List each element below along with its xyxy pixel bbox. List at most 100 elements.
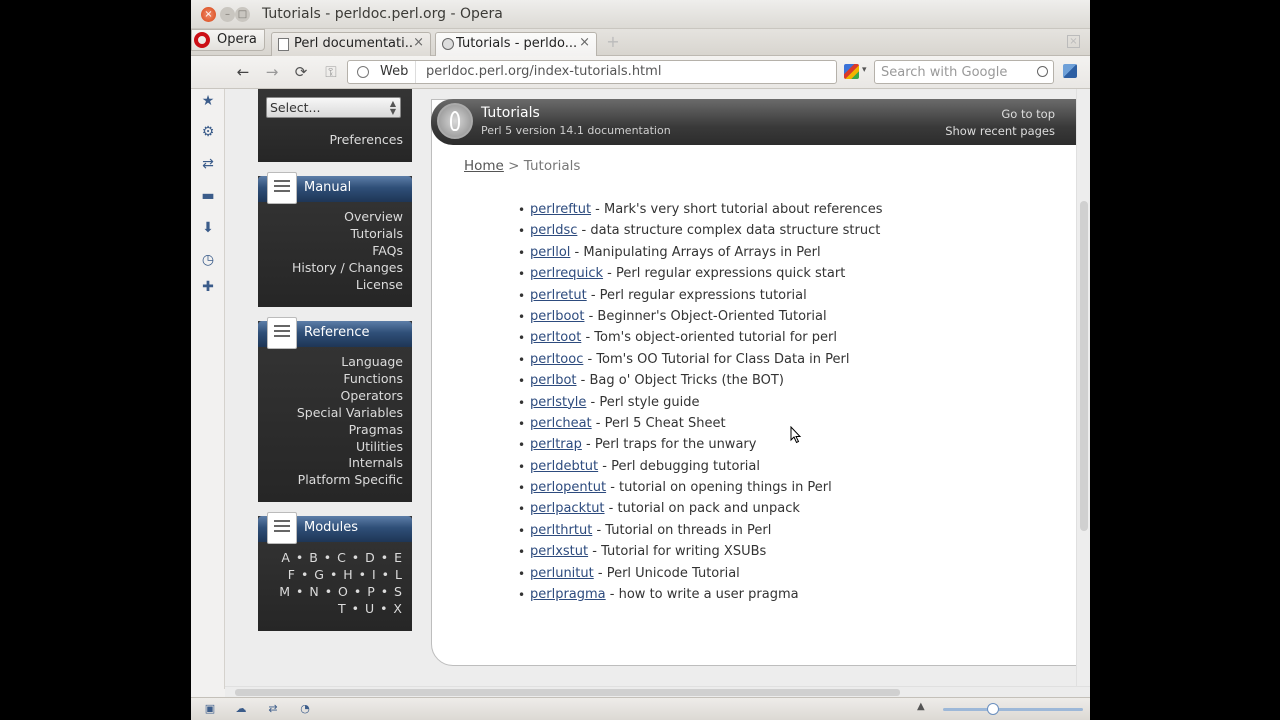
notes-icon[interactable]: ▬ [200, 188, 216, 204]
speed-dial-icon[interactable]: ◔ [298, 702, 312, 716]
downloads-icon[interactable]: ⬇ [200, 220, 216, 236]
manual-links: Overview Tutorials FAQs History / Change… [292, 209, 403, 294]
tutorial-link-perllol[interactable]: perllol [530, 245, 570, 260]
modules-letters-row[interactable]: A • B • C • D • E [279, 550, 403, 567]
tab-tutorials[interactable]: Tutorials - perldo... × [435, 32, 597, 57]
go-to-top-link[interactable]: Go to top [1001, 107, 1055, 121]
url-text[interactable]: perldoc.perl.org/index-tutorials.html [426, 64, 661, 79]
tutorial-description: - Beginner's Object-Oriented Tutorial [584, 308, 827, 324]
web-label: Web [380, 64, 409, 79]
reload-button[interactable]: ⟳ [291, 62, 311, 82]
tutorial-link-perltooc[interactable]: perltooc [530, 352, 583, 367]
nav-link-language[interactable]: Language [297, 354, 403, 371]
window-close-button[interactable]: × [201, 7, 216, 22]
tutorial-link-perltoot[interactable]: perltoot [530, 330, 581, 345]
modules-letters-row[interactable]: F • G • H • I • L [279, 567, 403, 584]
zoom-slider-knob[interactable] [987, 703, 999, 715]
opera-menu-button[interactable]: Opera [191, 29, 265, 51]
tutorial-list: perlreftut - Mark's very short tutorial … [518, 201, 883, 607]
tutorial-link-perldebtut[interactable]: perldebtut [530, 459, 598, 474]
tutorial-item: perlretut - Perl regular expressions tut… [518, 287, 882, 308]
breadcrumb-home-link[interactable]: Home [464, 158, 504, 174]
tutorial-link-perlunitut[interactable]: perlunitut [530, 566, 594, 581]
modules-alphabet: A • B • C • D • E F • G • H • I • L M • … [279, 550, 403, 618]
window-minimize-button[interactable]: – [220, 7, 235, 22]
tutorial-link-perlretut[interactable]: perlretut [530, 288, 587, 303]
tab-perl-documentation[interactable]: Perl documentati... × [271, 32, 431, 56]
nav-link-faqs[interactable]: FAQs [292, 243, 403, 260]
site-info-badge[interactable]: Web [348, 61, 416, 83]
add-panel-icon[interactable]: ✚ [200, 279, 216, 295]
tutorial-item: perllol - Manipulating Arrays of Arrays … [518, 244, 882, 265]
tutorial-link-perldsc[interactable]: perldsc [530, 223, 577, 238]
vertical-scrollbar-thumb[interactable] [1080, 201, 1088, 531]
nav-link-utilities[interactable]: Utilities [297, 439, 403, 456]
tutorial-item: perlstyle - Perl style guide [518, 394, 882, 415]
share-icon[interactable]: ⇄ [200, 156, 216, 172]
bookmarks-icon[interactable]: ★ [200, 93, 216, 109]
zoom-slider[interactable] [943, 703, 1083, 715]
tab-close-icon[interactable]: × [579, 35, 590, 50]
tutorial-link-perlboot[interactable]: perlboot [530, 309, 584, 324]
opera-window: × – □ Tutorials - perldoc.perl.org - Ope… [191, 0, 1090, 720]
tutorial-link-perlpragma[interactable]: perlpragma [530, 587, 606, 602]
nav-link-internals[interactable]: Internals [297, 455, 403, 472]
tutorial-item: perltrap - Perl traps for the unwary [518, 436, 882, 457]
tutorial-item: perlreftut - Mark's very short tutorial … [518, 201, 883, 222]
nav-link-history[interactable]: History / Changes [292, 260, 403, 277]
tutorial-link-perlthrtut[interactable]: perlthrtut [530, 523, 592, 538]
history-icon[interactable]: ◷ [200, 252, 216, 268]
extension-icon[interactable] [1063, 64, 1077, 78]
nav-link-special-variables[interactable]: Special Variables [297, 405, 403, 422]
tutorial-link-perlrequick[interactable]: perlrequick [530, 266, 603, 281]
nav-link-overview[interactable]: Overview [292, 209, 403, 226]
reference-title: Reference [304, 325, 370, 340]
key-icon[interactable]: ⚿ [321, 62, 341, 82]
nav-link-operators[interactable]: Operators [297, 388, 403, 405]
tutorial-link-perlpacktut[interactable]: perlpacktut [530, 501, 605, 516]
modules-letters-row[interactable]: M • N • O • P • S [279, 584, 403, 601]
settings-icon[interactable]: ⚙ [200, 124, 216, 140]
nav-link-tutorials[interactable]: Tutorials [292, 226, 403, 243]
tutorial-link-perlopentut[interactable]: perlopentut [530, 480, 606, 495]
tutorial-item: perldsc - data structure complex data st… [518, 222, 882, 243]
zoom-menu-icon[interactable]: ▲ [917, 701, 925, 712]
panel-toggle-icon[interactable]: ▣ [203, 702, 217, 716]
tutorial-description: - Tom's OO Tutorial for Class Data in Pe… [583, 351, 850, 367]
cloud-icon[interactable]: ☁ [234, 702, 248, 716]
horizontal-scrollbar-thumb[interactable] [235, 689, 900, 696]
show-recent-pages-link[interactable]: Show recent pages [945, 124, 1055, 138]
preferences-link[interactable]: Preferences [329, 132, 403, 147]
tutorial-link-perlcheat[interactable]: perlcheat [530, 416, 592, 431]
tutorial-item: perlboot - Beginner's Object-Oriented Tu… [518, 308, 882, 329]
new-tab-button[interactable]: + [605, 34, 621, 51]
vertical-scrollbar[interactable] [1076, 89, 1090, 686]
tab-close-icon[interactable]: × [413, 35, 424, 50]
address-field[interactable]: Web perldoc.perl.org/index-tutorials.htm… [347, 60, 837, 84]
back-button[interactable]: ← [233, 62, 253, 82]
window-maximize-button[interactable]: □ [235, 7, 250, 22]
tutorial-link-perlxstut[interactable]: perlxstut [530, 544, 588, 559]
search-engine-selector[interactable]: ▾ [842, 62, 870, 82]
page-select-dropdown[interactable]: Select... ▲ ▼ [266, 97, 401, 118]
horizontal-scrollbar[interactable] [225, 686, 1090, 697]
window-title: Tutorials - perldoc.perl.org - Opera [262, 6, 503, 22]
nav-link-pragmas[interactable]: Pragmas [297, 422, 403, 439]
tutorial-link-perltrap[interactable]: perltrap [530, 437, 582, 452]
tutorial-link-perlbot[interactable]: perlbot [530, 373, 577, 388]
nav-link-functions[interactable]: Functions [297, 371, 403, 388]
perl-favicon-icon [442, 38, 454, 50]
modules-nav-box: Modules A • B • C • D • E F • G • H • I … [258, 512, 412, 631]
search-input[interactable]: Search with Google [874, 60, 1054, 84]
nav-link-platform-specific[interactable]: Platform Specific [297, 472, 403, 489]
forward-button[interactable]: → [262, 62, 282, 82]
search-icon[interactable] [1037, 66, 1048, 77]
tutorial-link-perlstyle[interactable]: perlstyle [530, 395, 586, 410]
tutorial-description: - Perl style guide [586, 394, 700, 410]
side-panel: ★ ⚙ ⇄ ▬ ⬇ ◷ ✚ [191, 89, 225, 689]
close-tab-bar-icon[interactable]: × [1067, 35, 1080, 48]
modules-letters-row[interactable]: T • U • X [279, 601, 403, 618]
tutorial-link-perlreftut[interactable]: perlreftut [530, 202, 591, 217]
nav-link-license[interactable]: License [292, 277, 403, 294]
share-icon[interactable]: ⇄ [266, 702, 280, 716]
